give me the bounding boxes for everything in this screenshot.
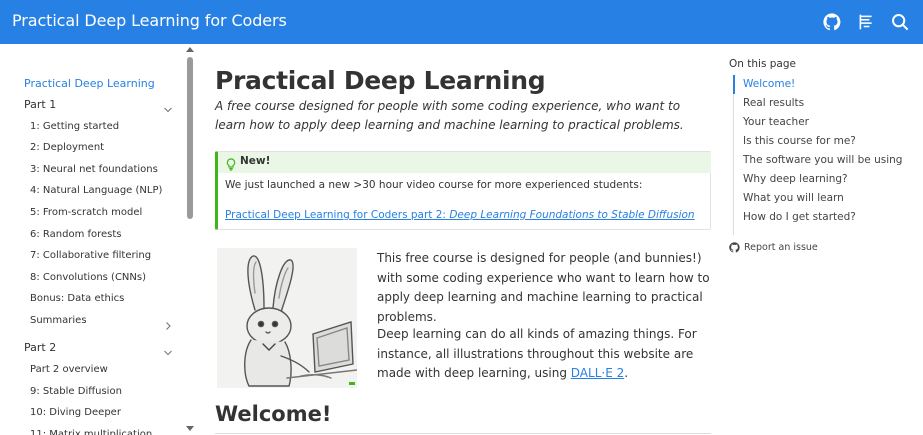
toc-item[interactable]: How do I get started? xyxy=(743,208,856,227)
scroll-up-arrow-icon[interactable] xyxy=(186,47,194,52)
github-icon[interactable] xyxy=(823,13,841,31)
toc-item[interactable]: What you will learn xyxy=(743,189,844,208)
github-small-icon xyxy=(729,241,740,253)
sidebar-item[interactable]: 3: Neural net foundations xyxy=(30,160,196,180)
kaggle-icon[interactable] xyxy=(857,13,875,31)
site-title[interactable]: Practical Deep Learning for Coders xyxy=(12,11,287,30)
intro-paragraph: This free course is designed for people … xyxy=(377,251,710,324)
lightbulb-icon xyxy=(225,156,237,171)
part2-link-prefix: Practical Deep Learning for Coders part … xyxy=(225,209,450,221)
part2-link-italic: Deep Learning Foundations to Stable Diff… xyxy=(449,209,695,221)
toc-title: On this page xyxy=(729,58,796,70)
part2-course-link[interactable]: Practical Deep Learning for Coders part … xyxy=(225,209,695,221)
scroll-down-arrow-icon[interactable] xyxy=(186,426,194,431)
top-navbar: Practical Deep Learning for Coders xyxy=(0,0,923,44)
dalle-link[interactable]: DALL·E 2 xyxy=(571,366,624,380)
sidebar-item[interactable]: 4: Natural Language (NLP) xyxy=(30,181,196,201)
sidebar-item[interactable]: Practical Deep Learning xyxy=(24,74,196,94)
new-course-callout: New! We just launched a new >30 hour vid… xyxy=(215,151,711,230)
toc-item[interactable]: Why deep learning? xyxy=(743,170,848,189)
sidebar-item[interactable]: 9: Stable Diffusion xyxy=(30,382,196,402)
sidebar-item[interactable]: 2: Deployment xyxy=(30,138,196,158)
page-title: Practical Deep Learning xyxy=(215,66,546,95)
sidebar-nav: Practical Deep Learning Part 1 1: Getting … xyxy=(0,44,196,435)
bunny-illustration xyxy=(217,248,357,388)
toc-item[interactable]: Real results xyxy=(743,94,804,113)
heading-divider xyxy=(215,433,711,434)
sidebar-item[interactable]: Bonus: Data ethics xyxy=(30,289,196,309)
callout-title: New! xyxy=(240,155,271,167)
toc-item[interactable]: Is this course for me? xyxy=(743,132,856,151)
scrollbar-thumb[interactable] xyxy=(187,57,193,219)
navbar-icons xyxy=(807,10,909,34)
sidebar-item[interactable]: 1: Getting started xyxy=(30,117,196,137)
main-content: Practical Deep Learning A free course de… xyxy=(215,44,715,435)
toc-item[interactable]: Welcome! xyxy=(743,75,795,94)
search-icon[interactable] xyxy=(891,13,909,31)
chevron-right-icon[interactable] xyxy=(163,316,173,330)
chevron-down-icon[interactable] xyxy=(163,100,173,113)
sidebar-item[interactable]: 6: Random forests xyxy=(30,225,196,245)
toc-item[interactable]: The software you will be using xyxy=(743,151,902,170)
dalle-paragraph-end: . xyxy=(624,366,629,380)
table-of-contents: On this page Welcome! Real results Your te… xyxy=(729,44,923,435)
sidebar-item[interactable]: 11: Matrix multiplication xyxy=(30,425,196,435)
toc-active-indicator xyxy=(733,75,735,94)
sidebar-item[interactable]: 7: Collaborative filtering xyxy=(30,246,196,266)
sidebar-item[interactable]: 5: From-scratch model xyxy=(30,203,196,223)
callout-text: We just launched a new >30 hour video co… xyxy=(225,179,643,191)
report-issue-link[interactable]: Report an issue xyxy=(729,240,818,254)
callout-header: New! xyxy=(218,152,711,173)
welcome-heading: Welcome! xyxy=(215,402,332,426)
page-subtitle: A free course designed for people with s… xyxy=(215,99,684,132)
toc-rail xyxy=(733,75,734,235)
sidebar-item[interactable]: Part 2 overview xyxy=(30,360,196,380)
dalle-paragraph: Deep learning can do all kinds of amazin… xyxy=(377,325,713,384)
toc-item[interactable]: Your teacher xyxy=(743,113,809,132)
dalle-paragraph-text: Deep learning can do all kinds of amazin… xyxy=(377,327,697,380)
sidebar-item[interactable]: 8: Convolutions (CNNs) xyxy=(30,268,196,288)
sidebar-scrollbar[interactable] xyxy=(184,44,196,435)
report-issue-label: Report an issue xyxy=(744,241,818,253)
chevron-down-icon[interactable] xyxy=(163,343,173,356)
sidebar-item[interactable]: 10: Diving Deeper xyxy=(30,403,196,423)
